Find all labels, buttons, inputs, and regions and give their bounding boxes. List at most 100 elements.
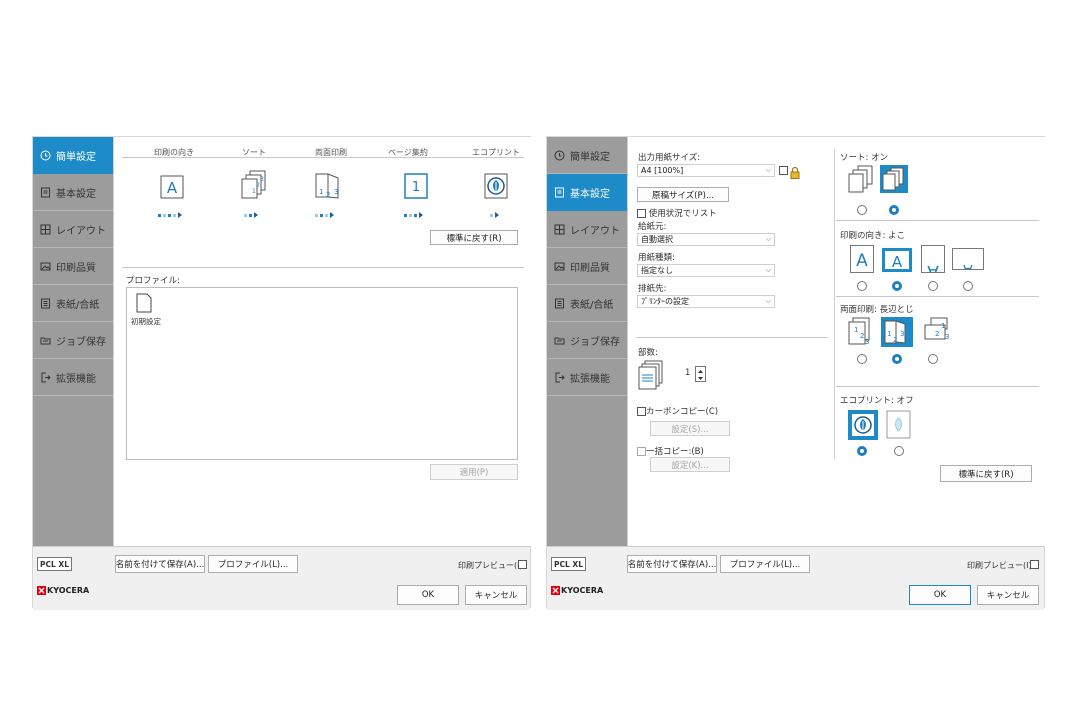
orientation-landscape-rotated-radio[interactable] — [963, 281, 973, 291]
save-as-button[interactable]: 名前を付けて保存(A)... — [115, 555, 205, 573]
copies-spinner[interactable] — [695, 366, 706, 382]
svg-text:3: 3 — [945, 333, 949, 341]
sort-icon[interactable]: 321 — [240, 170, 268, 204]
sidebar-item-extension[interactable]: 拡張機能 — [547, 359, 627, 396]
sidebar-item-job-storage[interactable]: ジョブ保存 — [33, 322, 113, 359]
cancel-button[interactable]: キャンセル — [465, 585, 527, 605]
sort-off-icon[interactable] — [848, 165, 876, 193]
eco-scroll-indicator[interactable] — [490, 212, 499, 218]
sort-on-icon[interactable] — [880, 165, 908, 193]
sidebar-item-label: 表紙/合紙 — [56, 299, 100, 311]
profile-button[interactable]: プロファイル(L)... — [720, 555, 810, 573]
orientation-portrait-icon[interactable]: A — [160, 175, 184, 203]
sidebar-item-cover[interactable]: 表紙/合紙 — [547, 285, 627, 322]
svg-text:1: 1 — [252, 188, 256, 195]
document-icon — [553, 186, 566, 199]
save-as-button[interactable]: 名前を付けて保存(A)... — [627, 555, 717, 573]
sidebar-item-basic[interactable]: 基本設定 — [33, 174, 113, 211]
batch-settings-button[interactable]: 設定(K)... — [650, 457, 730, 472]
profile-document-icon — [136, 293, 161, 317]
ok-button[interactable]: OK — [397, 585, 459, 605]
print-preview-checkbox[interactable] — [518, 560, 527, 569]
batch-copy-option[interactable]: 一括コピー:(B) — [637, 445, 704, 457]
sidebar-item-basic[interactable]: 基本設定 — [547, 174, 627, 211]
sidebar-item-layout[interactable]: レイアウト — [33, 211, 113, 248]
size-lock-checkbox[interactable] — [779, 166, 788, 175]
duplex-off-icon[interactable]: 321 — [848, 317, 876, 351]
ok-button[interactable]: OK — [909, 585, 971, 605]
carbon-copy-checkbox[interactable] — [637, 407, 646, 416]
chevron-down-icon: ⌵ — [765, 235, 771, 243]
orientation-portrait-icon[interactable]: A — [850, 245, 874, 273]
restore-default-button[interactable]: 標準に戻す(R) — [940, 465, 1032, 482]
carbon-copy-option[interactable]: カーボンコピー(C) — [637, 405, 718, 417]
use-list-option[interactable]: 使用状況でリスト — [637, 207, 717, 219]
apply-button[interactable]: 適用(P) — [430, 464, 518, 480]
orientation-scroll-indicator[interactable] — [158, 212, 182, 218]
eco-on-icon[interactable] — [886, 410, 912, 444]
orientation-portrait-rotated-icon[interactable]: A — [921, 245, 945, 281]
use-list-label: 使用状況でリスト — [648, 209, 717, 219]
carbon-settings-button[interactable]: 設定(S)... — [650, 421, 730, 436]
duplex-long-edge-icon[interactable]: 123 — [881, 317, 913, 347]
sort-on-radio[interactable] — [889, 205, 899, 215]
orientation-landscape-rotated-icon[interactable]: A — [952, 248, 984, 277]
media-type-select[interactable]: 指定なし ⌵ — [637, 264, 775, 277]
media-type-label: 用紙種類: — [638, 253, 675, 263]
sidebar-item-extension[interactable]: 拡張機能 — [33, 359, 113, 396]
print-preview-checkbox[interactable] — [1030, 560, 1039, 569]
copies-value[interactable]: 1 — [685, 368, 690, 378]
sidebar-item-quick-settings[interactable]: 簡単設定 — [547, 137, 627, 174]
logo-text: KYOCERA — [561, 586, 604, 595]
orientation-portrait-rotated-radio[interactable] — [928, 281, 938, 291]
eco-leaf-icon[interactable] — [484, 173, 508, 203]
output-size-select[interactable]: A4 [100%] ⌵ — [637, 164, 775, 177]
eco-off-radio[interactable] — [857, 446, 867, 456]
svg-text:3: 3 — [900, 330, 904, 338]
lock-icon[interactable] — [790, 164, 800, 183]
orientation-landscape-icon[interactable]: A — [882, 248, 912, 272]
nup-icon[interactable]: 1 — [404, 173, 428, 203]
column-divider — [834, 149, 835, 459]
sidebar-item-cover[interactable]: 表紙/合紙 — [33, 285, 113, 322]
profile-list[interactable]: 初期設定 — [126, 287, 518, 460]
duplex-short-edge-radio[interactable] — [928, 354, 938, 364]
batch-copy-checkbox[interactable] — [637, 447, 646, 456]
duplex-icon[interactable]: 123 — [313, 172, 343, 204]
eco-on-radio[interactable] — [894, 446, 904, 456]
sidebar-item-label: ジョブ保存 — [56, 336, 106, 348]
sidebar-item-layout[interactable]: レイアウト — [547, 211, 627, 248]
profile-item-default[interactable]: 初期設定 — [131, 293, 161, 326]
orientation-landscape-radio[interactable] — [892, 281, 902, 291]
sidebar-item-label: 簡単設定 — [56, 151, 96, 163]
sidebar-item-label: 簡単設定 — [570, 151, 610, 163]
sort-off-radio[interactable] — [857, 205, 867, 215]
eco-off-icon[interactable] — [848, 410, 878, 440]
duplex-off-radio[interactable] — [857, 354, 867, 364]
orientation-portrait-radio[interactable] — [857, 281, 867, 291]
profile-button[interactable]: プロファイル(L)... — [208, 555, 298, 573]
copies-label: 部数: — [638, 348, 658, 358]
use-list-checkbox[interactable] — [637, 209, 646, 218]
divider — [836, 220, 1039, 221]
sidebar-item-quality[interactable]: 印刷品質 — [33, 248, 113, 285]
profile-label: プロファイル: — [126, 276, 180, 286]
clock-icon — [39, 149, 52, 162]
document-icon — [39, 186, 52, 199]
sidebar-item-quick-settings[interactable]: 簡単設定 — [33, 137, 113, 174]
sidebar-item-quality[interactable]: 印刷品質 — [547, 248, 627, 285]
sidebar-item-job-storage[interactable]: ジョブ保存 — [547, 322, 627, 359]
output-select[interactable]: ﾌﾟﾘﾝﾀｰの設定 ⌵ — [637, 295, 775, 308]
duplex-long-edge-radio[interactable] — [892, 354, 902, 364]
source-select[interactable]: 自動選択 ⌵ — [637, 233, 775, 246]
duplex-scroll-indicator[interactable] — [315, 212, 334, 218]
output-size-value: A4 [100%] — [641, 166, 684, 175]
svg-text:A: A — [167, 179, 178, 197]
restore-default-button[interactable]: 標準に戻す(R) — [430, 230, 518, 245]
nup-scroll-indicator[interactable] — [404, 212, 423, 218]
pcl-xl-badge: PCL XL — [551, 557, 586, 571]
original-size-button[interactable]: 原稿サイズ(P)... — [637, 187, 729, 202]
duplex-short-edge-icon[interactable]: 213 — [921, 317, 953, 347]
sort-scroll-indicator[interactable] — [244, 212, 258, 218]
cancel-button[interactable]: キャンセル — [977, 585, 1039, 605]
